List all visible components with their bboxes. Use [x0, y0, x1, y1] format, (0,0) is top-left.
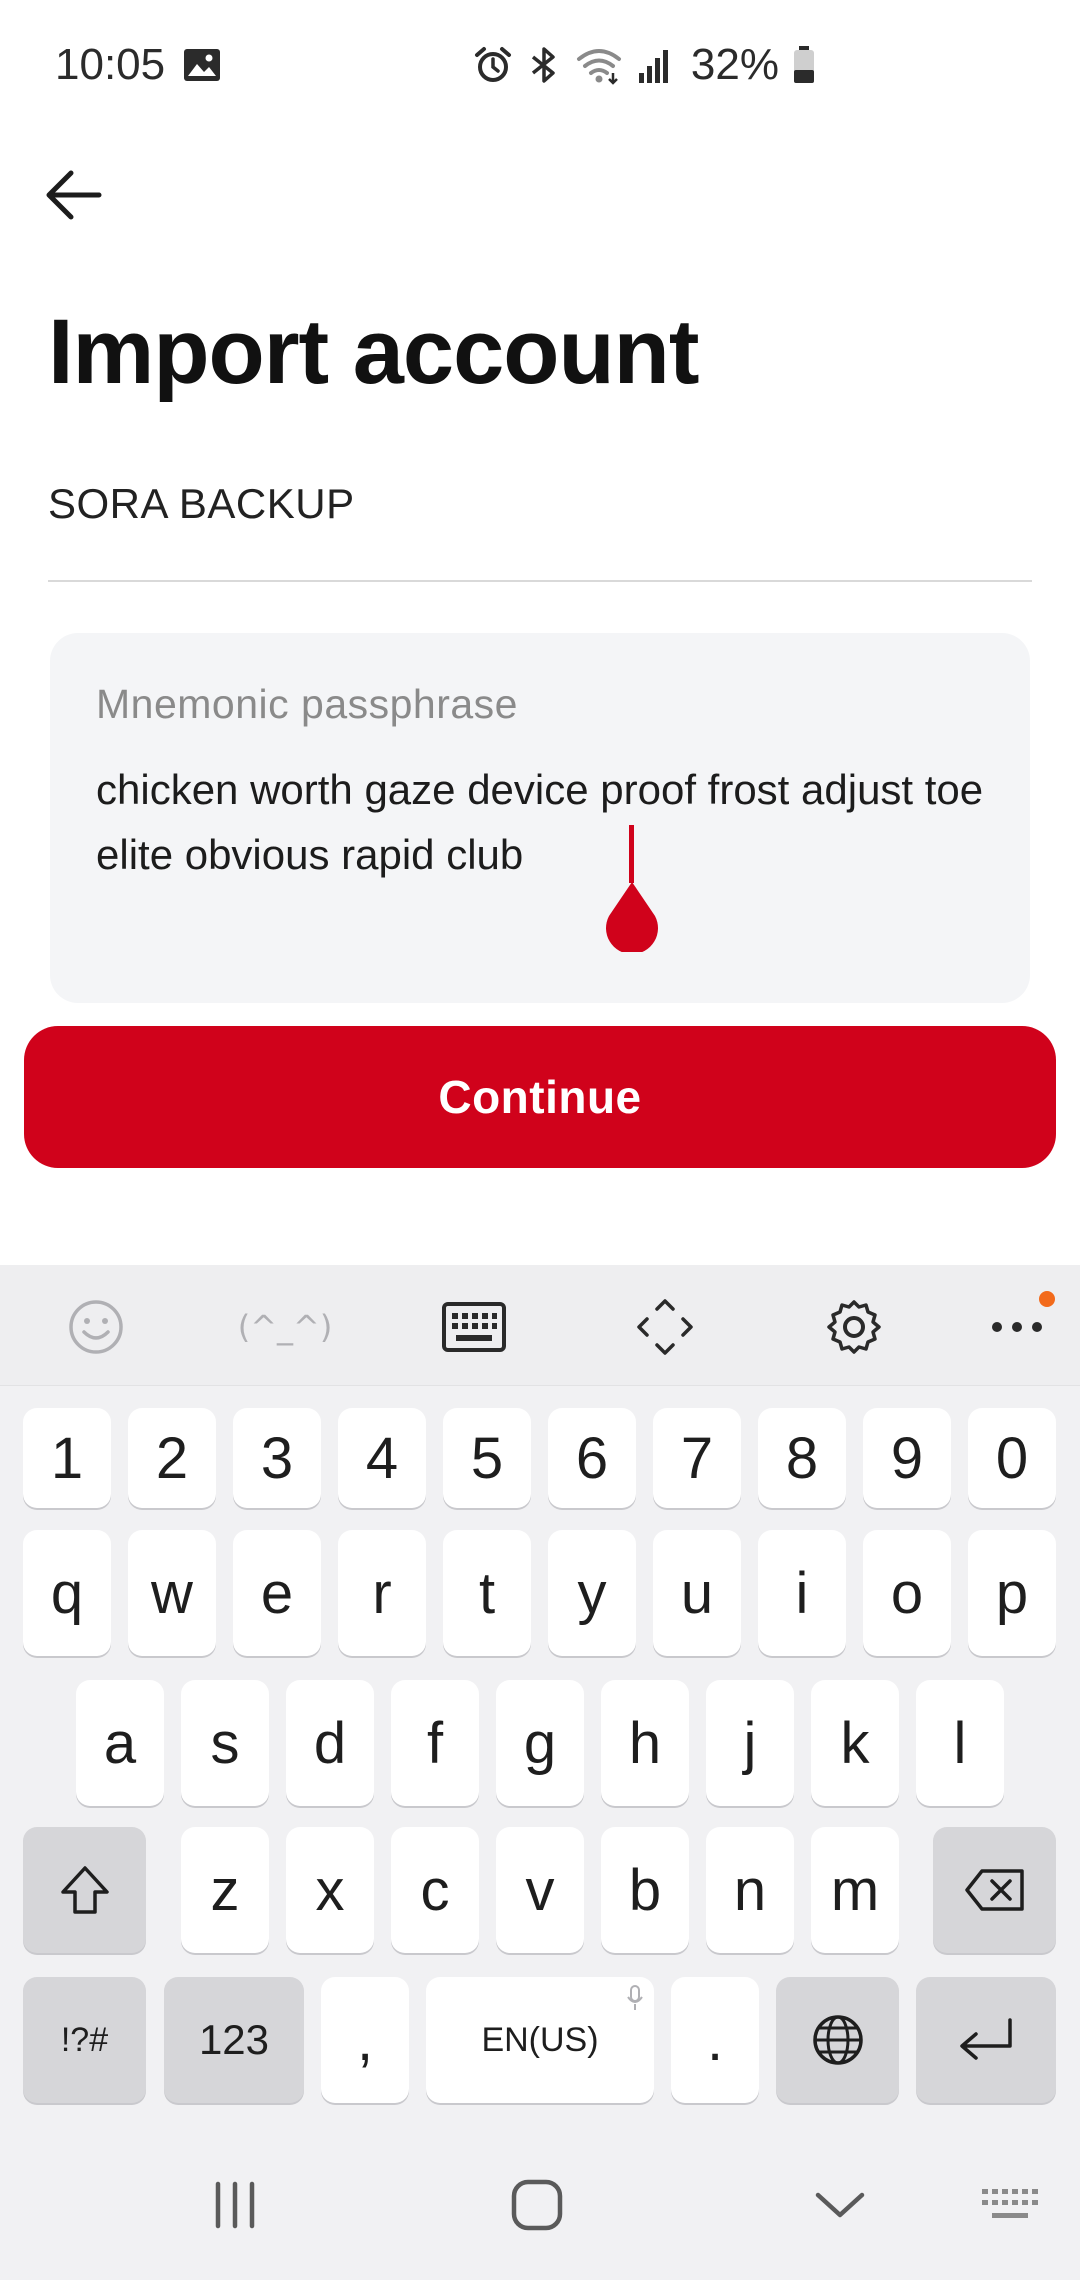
account-name-field[interactable]: SORA BACKUP: [48, 470, 1032, 582]
key-y[interactable]: y: [548, 1530, 636, 1656]
key-d[interactable]: d: [286, 1680, 374, 1806]
back-button[interactable]: [38, 160, 108, 230]
key-n[interactable]: n: [706, 1827, 794, 1953]
kaomoji-icon: (^_^): [237, 1308, 333, 1346]
keyboard-switch-icon: [982, 2189, 1038, 2218]
key-h[interactable]: h: [601, 1680, 689, 1806]
home-icon: [511, 2179, 563, 2231]
key-e[interactable]: e: [233, 1530, 321, 1656]
mnemonic-input[interactable]: Mnemonic passphrase chicken worth gaze d…: [50, 633, 1030, 1003]
key-i[interactable]: i: [758, 1530, 846, 1656]
emoji-icon: [69, 1300, 123, 1354]
mnemonic-label: Mnemonic passphrase: [96, 681, 518, 727]
globe-icon: [812, 2015, 863, 2065]
key-q[interactable]: q: [23, 1530, 111, 1656]
keyboard-mode-button[interactable]: [442, 1295, 506, 1359]
space-label: EN(US): [481, 2020, 599, 2059]
more-options-button[interactable]: [985, 1291, 1055, 1359]
key-w[interactable]: w: [128, 1530, 216, 1656]
account-name-value[interactable]: SORA BACKUP: [48, 480, 355, 528]
continue-button[interactable]: Continue: [24, 1026, 1056, 1168]
signal-icon: [638, 50, 668, 83]
recent-apps-button[interactable]: [190, 2170, 280, 2240]
move-keyboard-button[interactable]: [633, 1295, 697, 1359]
key-7[interactable]: 7: [653, 1408, 741, 1508]
key-4[interactable]: 4: [338, 1408, 426, 1508]
key-5[interactable]: 5: [443, 1408, 531, 1508]
kaomoji-button[interactable]: (^_^): [238, 1295, 333, 1359]
key-t[interactable]: t: [443, 1530, 531, 1656]
key-1[interactable]: 1: [23, 1408, 111, 1508]
key-j[interactable]: j: [706, 1680, 794, 1806]
enter-icon: [960, 2018, 1012, 2060]
shift-icon: [60, 1866, 109, 1914]
symbols-key[interactable]: !?#: [23, 1977, 146, 2103]
key-f[interactable]: f: [391, 1680, 479, 1806]
key-g[interactable]: g: [496, 1680, 584, 1806]
language-key[interactable]: [776, 1977, 899, 2103]
alarm-icon: [474, 47, 511, 82]
space-key[interactable]: EN(US): [426, 1977, 654, 2103]
backspace-icon: [964, 1869, 1024, 1911]
key-6[interactable]: 6: [548, 1408, 636, 1508]
numbers-key[interactable]: 123: [164, 1977, 304, 2103]
key-o[interactable]: o: [863, 1530, 951, 1656]
key-8[interactable]: 8: [758, 1408, 846, 1508]
keyboard: (^_^) 1 2 3 4 5 6 7 8 9 0 q w e r t y u …: [0, 1265, 1080, 2280]
shift-key[interactable]: [23, 1827, 146, 1953]
backspace-key[interactable]: [933, 1827, 1056, 1953]
bluetooth-icon: [531, 47, 555, 83]
notification-dot: [1039, 1291, 1055, 1307]
wifi-icon: [576, 49, 621, 85]
arrow-left-icon: [46, 170, 102, 220]
key-m[interactable]: m: [811, 1827, 899, 1953]
recents-icon: [215, 2181, 255, 2229]
continue-label: Continue: [438, 1071, 642, 1123]
chevron-down-icon: [815, 2192, 865, 2218]
comma-key[interactable]: ,: [321, 1977, 409, 2103]
key-u[interactable]: u: [653, 1530, 741, 1656]
key-c[interactable]: c: [391, 1827, 479, 1953]
key-k[interactable]: k: [811, 1680, 899, 1806]
page-title: Import account: [48, 301, 699, 403]
battery-percentage: 32%: [690, 40, 779, 89]
key-z[interactable]: z: [181, 1827, 269, 1953]
cursor-handle[interactable]: [603, 880, 661, 952]
key-p[interactable]: p: [968, 1530, 1056, 1656]
key-b[interactable]: b: [601, 1827, 689, 1953]
settings-icon: [827, 1300, 881, 1354]
home-button[interactable]: [492, 2170, 582, 2240]
move-icon: [637, 1299, 693, 1355]
more-icon: [992, 1322, 1042, 1332]
status-time: 10:05: [55, 40, 166, 89]
key-x[interactable]: x: [286, 1827, 374, 1953]
key-s[interactable]: s: [181, 1680, 269, 1806]
emoji-button[interactable]: [64, 1295, 128, 1359]
status-icons: 32%: [473, 40, 815, 90]
status-bar: 10:05 32%: [0, 0, 1080, 130]
mic-icon: [627, 1985, 643, 2010]
keyboard-switch-button[interactable]: [965, 2170, 1055, 2240]
mnemonic-text[interactable]: chicken worth gaze device proof frost ad…: [96, 757, 996, 887]
key-l[interactable]: l: [916, 1680, 1004, 1806]
enter-key[interactable]: [916, 1977, 1056, 2103]
gallery-icon: [184, 49, 220, 81]
hide-keyboard-button[interactable]: [795, 2170, 885, 2240]
text-cursor: [629, 825, 634, 883]
keyboard-icon: [442, 1302, 506, 1352]
key-a[interactable]: a: [76, 1680, 164, 1806]
keyboard-settings-button[interactable]: [822, 1295, 886, 1359]
battery-icon: [794, 46, 814, 83]
keyboard-toolbar: (^_^): [0, 1265, 1080, 1386]
key-2[interactable]: 2: [128, 1408, 216, 1508]
period-key[interactable]: .: [671, 1977, 759, 2103]
key-3[interactable]: 3: [233, 1408, 321, 1508]
key-9[interactable]: 9: [863, 1408, 951, 1508]
key-r[interactable]: r: [338, 1530, 426, 1656]
key-v[interactable]: v: [496, 1827, 584, 1953]
key-0[interactable]: 0: [968, 1408, 1056, 1508]
